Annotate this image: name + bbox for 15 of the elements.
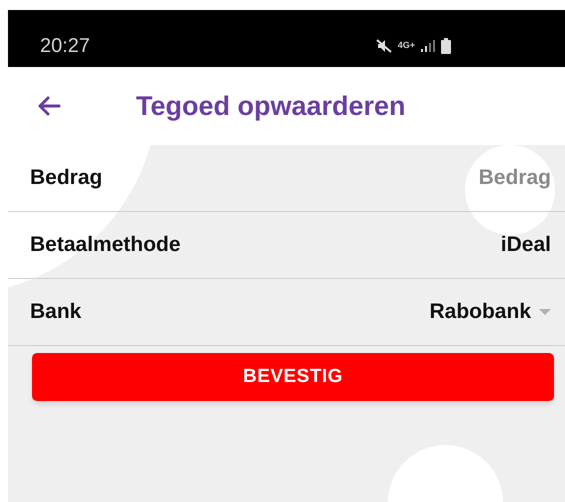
network-type: 4G+ [398,41,415,50]
status-time: 20:27 [40,34,90,58]
mute-icon [376,38,392,52]
amount-input[interactable]: Bedrag [351,162,551,194]
caret-icon [539,309,551,315]
field-label: Bank [30,299,82,326]
battery-icon [441,38,451,54]
field-label: Betaalmethode [30,232,181,258]
back-arrow-icon [37,96,61,116]
signal-icon [421,40,435,52]
field-value: iDeal [500,232,551,258]
page-title: Tegoed opwaarderen [136,90,406,123]
bank-dropdown[interactable]: Rabobank [429,296,551,328]
confirm-button[interactable]: BEVESTIG [32,353,554,401]
field-label: Bedrag [30,165,102,192]
